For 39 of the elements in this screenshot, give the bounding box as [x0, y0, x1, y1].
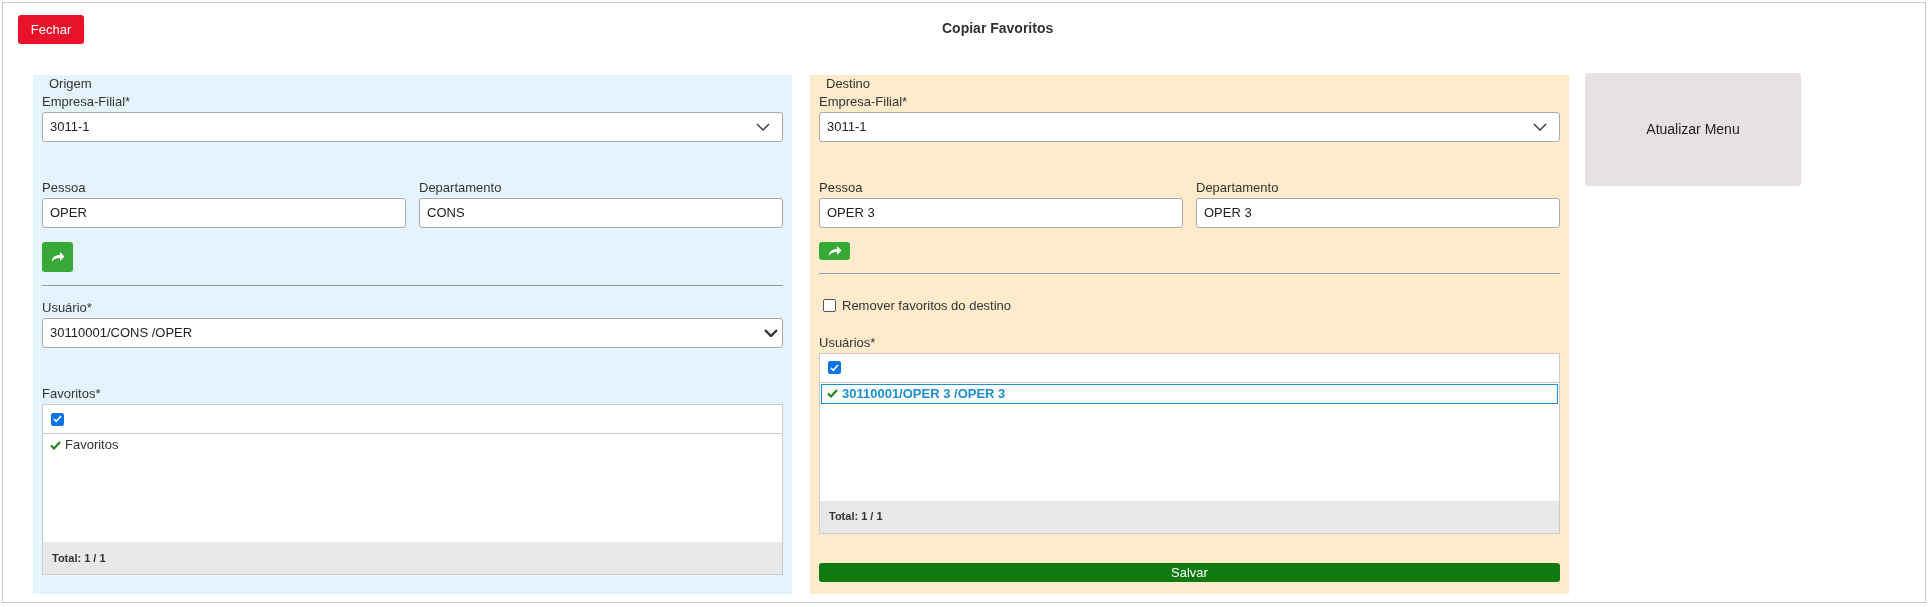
field-label: Pessoa [42, 180, 87, 196]
total-count: Total: 1 / 1 [829, 509, 883, 525]
input-field[interactable]: OPER 3 [1196, 198, 1560, 228]
field-label: Usuários* [819, 334, 877, 351]
share-arrow-icon [50, 251, 65, 263]
page-title: Copiar Favoritos [942, 19, 1054, 38]
list-item[interactable]: Favoritos [44, 435, 781, 455]
field-label: Pessoa [819, 180, 864, 196]
input-field[interactable]: OPER 3 [819, 198, 1183, 228]
field-label: Empresa-Filial* [42, 94, 132, 110]
checkbox[interactable] [828, 361, 841, 374]
checkmark-icon [50, 440, 61, 450]
list-item[interactable]: 30110001/OPER 3 /OPER 3 [821, 383, 1558, 404]
field-label: Favoritos* [42, 386, 102, 402]
field-label: Empresa-Filial* [819, 94, 909, 110]
select-field[interactable]: 3011-1 [42, 112, 783, 142]
checkbox[interactable] [51, 412, 64, 426]
input-field[interactable]: CONS [419, 198, 783, 228]
save-button[interactable]: Salvar [819, 562, 1560, 582]
field-label: Departamento [1196, 180, 1280, 196]
chevron-down-icon [764, 329, 778, 337]
remove-favorites-checkbox[interactable]: Remover favoritos do destino [819, 296, 1560, 316]
refresh-menu-button[interactable]: Atualizar Menu [1585, 73, 1801, 186]
select-field[interactable]: 3011-1 [819, 112, 1560, 142]
input-field[interactable]: OPER [42, 198, 406, 228]
panel-legend: Destino [819, 75, 1560, 92]
share-arrow-icon [827, 245, 842, 257]
checkmark-icon [827, 389, 838, 398]
field-label: Departamento [419, 180, 503, 196]
panel-legend: Origem [42, 75, 783, 92]
forward-button[interactable] [819, 242, 850, 260]
chevron-down-icon [756, 123, 770, 131]
checkbox[interactable] [823, 299, 836, 313]
close-button[interactable]: Fechar [18, 15, 84, 44]
chevron-down-icon [1533, 123, 1547, 131]
total-count: Total: 1 / 1 [52, 550, 106, 566]
select-field[interactable]: 30110001/CONS /OPER [42, 318, 783, 348]
field-label: Usuário* [42, 300, 93, 316]
forward-button[interactable] [42, 242, 73, 272]
